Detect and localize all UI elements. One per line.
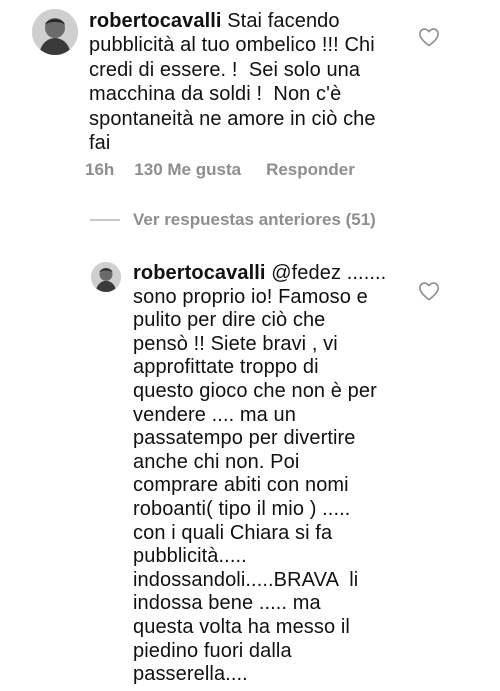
heart-outline-icon[interactable] <box>418 27 440 47</box>
comment-text-line: anche chi non. Poi <box>133 450 300 473</box>
comment-body: robertocavalli @fedez ....... sono propr… <box>133 262 386 687</box>
comment-text-line: passerella.... <box>133 663 248 686</box>
comment-text-line: approfittate troppo di <box>133 356 319 379</box>
comment-username[interactable]: robertocavalli <box>89 10 222 32</box>
comment-body: robertocavalli Stai facendo pubblicità a… <box>89 9 376 155</box>
avatar[interactable] <box>91 262 121 292</box>
comment-text-line: pubblicità al tuo ombelico !!! Chi <box>89 34 375 57</box>
likes-count-link[interactable]: 130 Me gusta <box>134 160 241 180</box>
comment-text-line: roboanti( tipo il mio ) ..... <box>133 497 351 520</box>
comment-text-line: macchina da soldi ! Non c'è <box>89 83 342 106</box>
avatar[interactable] <box>32 9 78 55</box>
comment-text-line: passatempo per divertire <box>133 427 356 450</box>
avatar-photo-icon <box>32 9 78 55</box>
comment-text-line: spontaneità ne amore in ciò che <box>89 107 376 130</box>
comment-text-line: comprare abiti con nomi <box>133 474 349 497</box>
comment-text-line: credi di essere. ! Sei solo una <box>89 58 361 81</box>
comment-text-line: piedino fuori dalla <box>133 639 292 662</box>
view-previous-replies-button[interactable]: Ver respuestas anteriores (51) <box>90 210 376 230</box>
avatar-photo-icon <box>91 262 121 292</box>
comment-text-line: indossandoli.....BRAVA li <box>133 568 359 591</box>
comment-text-line: sono proprio io! Famoso e <box>133 285 368 308</box>
comment-text-line: con i quali Chiara si fa <box>133 521 333 544</box>
comment-text-line: fai <box>89 132 111 155</box>
comment-text-line: pulito per dire ciò che <box>133 309 326 332</box>
comment-text-line: Stai facendo <box>227 10 340 32</box>
comment-text-line: @fedez ....... <box>271 262 387 284</box>
comment-username[interactable]: robertocavalli <box>133 262 266 284</box>
divider-dash <box>90 219 120 221</box>
view-previous-replies-label: Ver respuestas anteriores (51) <box>133 210 376 229</box>
heart-outline-icon[interactable] <box>418 281 440 301</box>
comment-text-line: questo gioco che non è per <box>133 379 377 402</box>
reply-button[interactable]: Responder <box>266 160 355 180</box>
comment-text-line: pubblicità..... <box>133 545 247 568</box>
comment-time: 16h <box>85 160 115 179</box>
comment-text-line: questa volta ha messo il <box>133 615 350 638</box>
comment-text-line: indossa bene ..... ma <box>133 592 321 615</box>
comment-text-line: vendere .... ma un <box>133 403 297 426</box>
comment-text-line: pensò !! Siete bravi , vi <box>133 332 338 355</box>
comment-meta: 16h 130 Me gusta Responder <box>85 160 355 180</box>
